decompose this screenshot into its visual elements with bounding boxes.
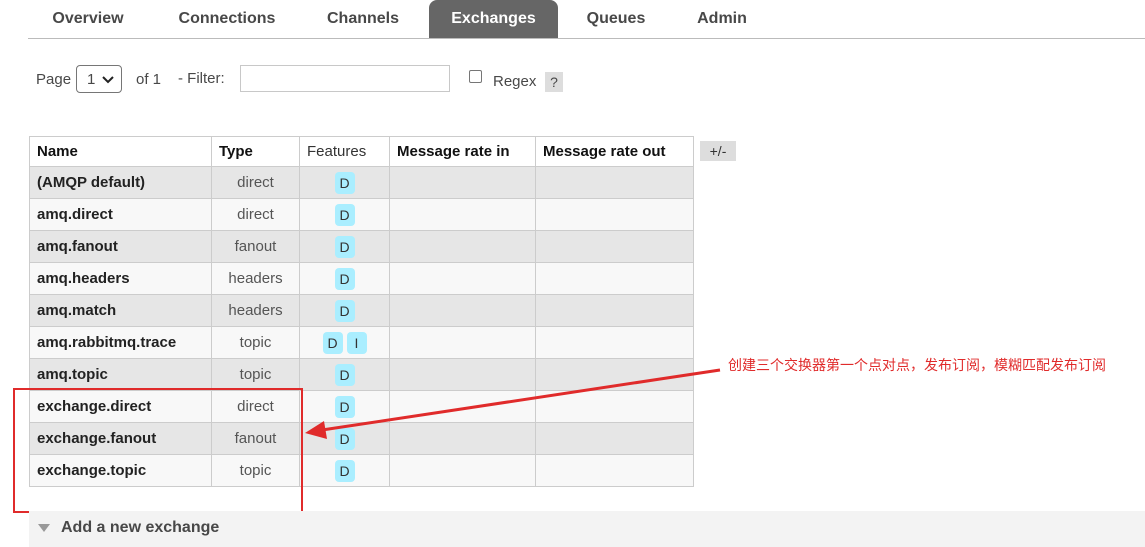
tab-connections[interactable]: Connections bbox=[156, 0, 298, 38]
table-header-row: Name Type Features Message rate in Messa… bbox=[29, 136, 694, 167]
column-header-features: Features bbox=[299, 136, 390, 167]
add-exchange-label: Add a new exchange bbox=[61, 519, 220, 536]
annotation-note: 创建三个交换器第一个点对点，发布订阅，模糊匹配发布订阅 bbox=[728, 358, 1106, 374]
rate-in-cell bbox=[389, 262, 536, 295]
internal-badge: I bbox=[346, 331, 367, 354]
exchange-name-link[interactable]: amq.headers bbox=[29, 262, 212, 295]
rate-out-cell bbox=[535, 230, 694, 263]
durable-badge: D bbox=[334, 267, 355, 290]
page-label: Page bbox=[36, 71, 72, 88]
durable-badge: D bbox=[334, 459, 355, 482]
collapse-triangle-icon bbox=[38, 524, 50, 532]
durable-badge: D bbox=[334, 235, 355, 258]
page-select-value: 1 bbox=[87, 71, 96, 88]
rate-out-cell bbox=[535, 198, 694, 231]
exchange-type: headers bbox=[211, 294, 300, 327]
regex-checkbox[interactable] bbox=[469, 70, 482, 83]
exchange-type: fanout bbox=[211, 230, 300, 263]
rate-out-cell bbox=[535, 294, 694, 327]
exchange-name-link[interactable]: amq.match bbox=[29, 294, 212, 327]
exchange-features: D bbox=[299, 454, 390, 487]
highlight-box bbox=[13, 388, 303, 513]
durable-badge: D bbox=[334, 427, 355, 450]
column-toggle-button[interactable]: +/- bbox=[700, 141, 736, 161]
tab-exchanges[interactable]: Exchanges bbox=[429, 0, 558, 38]
exchange-name-link[interactable]: (AMQP default) bbox=[29, 166, 212, 199]
durable-badge: D bbox=[334, 395, 355, 418]
rate-in-cell bbox=[389, 422, 536, 455]
exchange-name-link[interactable]: amq.rabbitmq.trace bbox=[29, 326, 212, 359]
table-row: amq.headers headers D bbox=[29, 262, 694, 295]
tab-channels[interactable]: Channels bbox=[308, 0, 418, 38]
regex-help-button[interactable]: ? bbox=[545, 72, 563, 92]
filter-input[interactable] bbox=[240, 65, 450, 92]
exchange-type: direct bbox=[211, 198, 300, 231]
page-select[interactable]: 1 bbox=[76, 65, 122, 93]
column-header-rate-out[interactable]: Message rate out bbox=[535, 136, 694, 167]
rate-out-cell bbox=[535, 326, 694, 359]
durable-badge: D bbox=[334, 363, 355, 386]
exchange-features: D bbox=[299, 166, 390, 199]
rate-out-cell bbox=[535, 262, 694, 295]
exchange-features: D bbox=[299, 390, 390, 423]
regex-label: Regex bbox=[493, 73, 537, 90]
filter-label: - Filter: bbox=[178, 70, 225, 87]
exchange-type: direct bbox=[211, 166, 300, 199]
table-row: amq.fanout fanout D bbox=[29, 230, 694, 263]
durable-badge: D bbox=[334, 203, 355, 226]
page-count-label: of 1 bbox=[136, 71, 162, 88]
rate-in-cell bbox=[389, 326, 536, 359]
column-header-rate-in[interactable]: Message rate in bbox=[389, 136, 536, 167]
rate-in-cell bbox=[389, 358, 536, 391]
durable-badge: D bbox=[334, 299, 355, 322]
column-header-name[interactable]: Name bbox=[29, 136, 212, 167]
rate-in-cell bbox=[389, 294, 536, 327]
exchange-features: D bbox=[299, 198, 390, 231]
exchange-name-link[interactable]: amq.topic bbox=[29, 358, 212, 391]
add-exchange-section-toggle[interactable]: Add a new exchange bbox=[29, 511, 1145, 547]
table-row: amq.topic topic D bbox=[29, 358, 694, 391]
rate-in-cell bbox=[389, 390, 536, 423]
rate-in-cell bbox=[389, 198, 536, 231]
rate-out-cell bbox=[535, 358, 694, 391]
rate-out-cell bbox=[535, 166, 694, 199]
exchange-type: headers bbox=[211, 262, 300, 295]
table-row: amq.rabbitmq.trace topic DI bbox=[29, 326, 694, 359]
tab-admin[interactable]: Admin bbox=[678, 0, 766, 38]
exchange-features: D bbox=[299, 422, 390, 455]
rate-out-cell bbox=[535, 422, 694, 455]
rate-in-cell bbox=[389, 166, 536, 199]
table-row: amq.match headers D bbox=[29, 294, 694, 327]
exchange-name-link[interactable]: amq.direct bbox=[29, 198, 212, 231]
tab-queues[interactable]: Queues bbox=[568, 0, 664, 38]
tab-overview[interactable]: Overview bbox=[28, 0, 148, 38]
exchange-name-link[interactable]: amq.fanout bbox=[29, 230, 212, 263]
main-nav-tabs: Overview Connections Channels Exchanges … bbox=[28, 0, 1145, 39]
chevron-down-icon bbox=[102, 76, 114, 84]
exchange-features: DI bbox=[299, 326, 390, 359]
table-row: (AMQP default) direct D bbox=[29, 166, 694, 199]
exchange-features: D bbox=[299, 294, 390, 327]
exchange-features: D bbox=[299, 230, 390, 263]
durable-badge: D bbox=[322, 331, 343, 354]
rate-in-cell bbox=[389, 454, 536, 487]
exchange-features: D bbox=[299, 262, 390, 295]
column-header-type[interactable]: Type bbox=[211, 136, 300, 167]
rate-out-cell bbox=[535, 390, 694, 423]
rate-out-cell bbox=[535, 454, 694, 487]
exchange-features: D bbox=[299, 358, 390, 391]
durable-badge: D bbox=[334, 171, 355, 194]
rate-in-cell bbox=[389, 230, 536, 263]
table-row: amq.direct direct D bbox=[29, 198, 694, 231]
exchange-type: topic bbox=[211, 326, 300, 359]
exchange-type: topic bbox=[211, 358, 300, 391]
